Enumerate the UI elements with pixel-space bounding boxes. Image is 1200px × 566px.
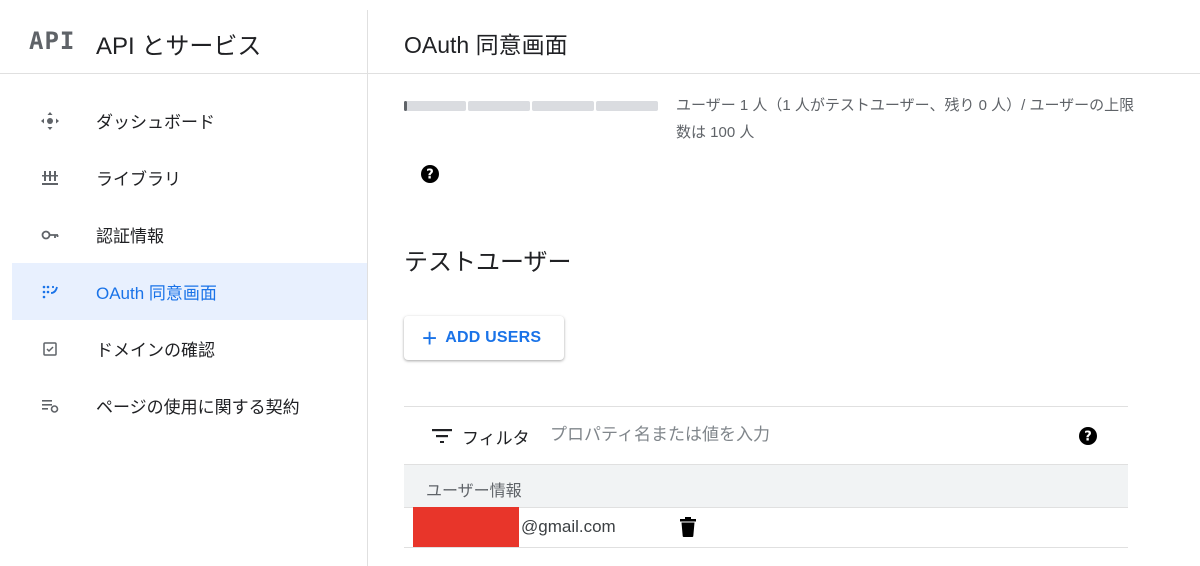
sidebar-item-label: ドメインの確認 bbox=[96, 341, 215, 360]
checkbox-icon bbox=[40, 339, 60, 359]
sidebar-item-domain-verification[interactable]: ドメインの確認 bbox=[0, 320, 367, 377]
quota-bar-segment bbox=[596, 101, 658, 111]
sidebar-item-credentials[interactable]: 認証情報 bbox=[0, 206, 367, 263]
sidebar-item-label: 認証情報 bbox=[96, 227, 164, 246]
filter-label: フィルタ bbox=[462, 429, 530, 448]
api-logo: API bbox=[29, 27, 76, 55]
sidebar-item-page-usage[interactable]: ページの使用に関する契約 bbox=[0, 377, 367, 434]
sidebar-item-oauth-consent[interactable]: OAuth 同意画面 bbox=[12, 263, 367, 320]
table-row: @gmail.com bbox=[404, 507, 1128, 548]
library-icon bbox=[40, 168, 60, 188]
sidebar-item-dashboard[interactable]: ダッシュボード bbox=[0, 92, 367, 149]
user-email: @gmail.com bbox=[521, 517, 616, 536]
help-icon[interactable]: ? bbox=[1078, 426, 1098, 446]
sidebar-title: API とサービス bbox=[96, 33, 262, 60]
main-content: OAuth 同意画面 ユーザー 1 人（1 人がテストユーザー、残り 0 人）/… bbox=[368, 10, 1200, 566]
quota-bar-segment bbox=[404, 101, 466, 111]
page-usage-settings-icon bbox=[40, 396, 60, 416]
redacted-block bbox=[413, 507, 519, 547]
svg-text:?: ? bbox=[1084, 430, 1092, 445]
quota-text: ユーザー 1 人（1 人がテストユーザー、残り 0 人）/ ユーザーの上限数は … bbox=[676, 97, 1135, 141]
table-header: ユーザー情報 bbox=[404, 464, 1128, 508]
sidebar-item-label: ページの使用に関する契約 bbox=[96, 398, 300, 417]
main-header: OAuth 同意画面 bbox=[368, 10, 1200, 74]
filter-input[interactable] bbox=[550, 421, 1030, 449]
add-users-label: ADD USERS bbox=[445, 329, 542, 346]
svg-text:?: ? bbox=[426, 168, 434, 183]
sidebar: API API とサービス ダッシュボード ライブラリ 認証情報 OAuth 同… bbox=[0, 10, 368, 566]
help-icon[interactable]: ? bbox=[420, 164, 440, 184]
quota-bar-segment bbox=[532, 101, 594, 111]
key-icon bbox=[40, 225, 60, 245]
column-header-user-info[interactable]: ユーザー情報 bbox=[426, 477, 522, 501]
top-strip bbox=[0, 0, 1200, 10]
sidebar-item-label: ダッシュボード bbox=[96, 113, 215, 132]
dashboard-icon bbox=[40, 111, 60, 131]
quota-bar-segment bbox=[468, 101, 530, 111]
trash-icon[interactable] bbox=[680, 517, 696, 537]
filter-icon[interactable] bbox=[432, 429, 452, 443]
page-title: OAuth 同意画面 bbox=[404, 32, 568, 58]
sidebar-nav: ダッシュボード ライブラリ 認証情報 OAuth 同意画面 ドメインの確認 ペー… bbox=[0, 74, 367, 434]
quota-progress-bar bbox=[404, 101, 658, 111]
filter-bar: フィルタ ? bbox=[404, 406, 1128, 465]
add-users-button[interactable]: + ADD USERS bbox=[404, 316, 564, 360]
section-title-test-users: テストユーザー bbox=[404, 249, 572, 276]
consent-screen-icon bbox=[40, 282, 60, 302]
sidebar-header: API API とサービス bbox=[0, 10, 367, 74]
plus-icon: + bbox=[422, 323, 438, 353]
sidebar-item-library[interactable]: ライブラリ bbox=[0, 149, 367, 206]
sidebar-item-label: OAuth 同意画面 bbox=[96, 284, 217, 303]
sidebar-item-label: ライブラリ bbox=[96, 170, 181, 189]
quota-bar-fill bbox=[404, 101, 407, 111]
